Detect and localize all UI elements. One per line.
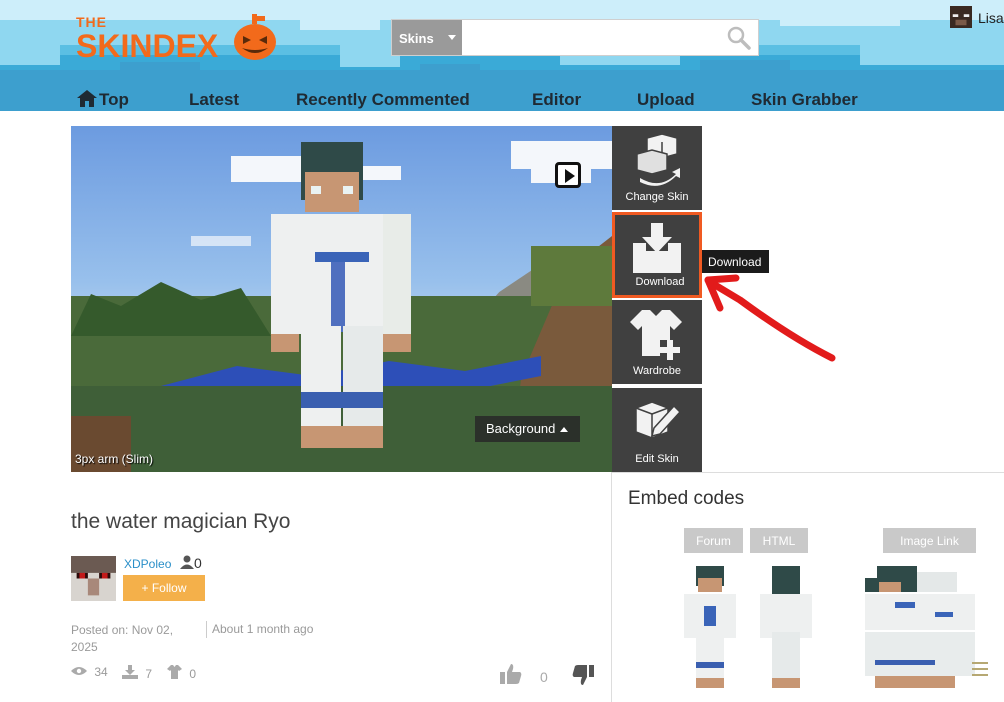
user-menu[interactable]: Lisa xyxy=(950,6,1004,28)
divider xyxy=(206,621,207,638)
skin-title: the water magician Ryo xyxy=(71,510,291,533)
pumpkin-icon xyxy=(234,14,276,60)
posted-relative: About 1 month ago xyxy=(212,622,314,636)
user-name: Lisa xyxy=(978,10,1004,26)
edit-skin-icon xyxy=(635,401,682,439)
eye-icon xyxy=(71,667,87,675)
embed-forum-button[interactable]: Forum xyxy=(684,528,743,553)
skin-viewer[interactable]: Background 3px arm (Slim) xyxy=(71,126,612,472)
author-avatar[interactable] xyxy=(71,556,116,601)
nav-item-top[interactable]: Top xyxy=(77,90,129,110)
search-input[interactable] xyxy=(462,20,722,55)
skin-tools: Change Skin Download Wardrobe Edit Skin xyxy=(612,126,702,472)
annotation-arrow-icon xyxy=(704,274,836,362)
nav-item-latest[interactable]: Latest xyxy=(189,90,239,110)
likes-count: 0 xyxy=(540,669,548,685)
skin-preview-front[interactable] xyxy=(684,566,736,688)
embed-codes-panel: Embed codes Forum HTML Image Link xyxy=(611,472,1004,702)
nav-item-recently-commented[interactable]: Recently Commented xyxy=(296,90,470,110)
wardrobe-button[interactable]: Wardrobe xyxy=(612,300,702,384)
nav-item-editor[interactable]: Editor xyxy=(532,90,581,110)
background-button-label: Background xyxy=(486,421,556,436)
logo-main-text: SKINDEX xyxy=(76,28,219,64)
downloads-stat: 7 xyxy=(122,665,152,681)
user-icon xyxy=(180,555,194,569)
shirt-icon xyxy=(167,665,182,679)
edit-skin-button[interactable]: Edit Skin xyxy=(612,388,702,472)
skin-texture-preview[interactable] xyxy=(865,566,975,688)
download-icon xyxy=(633,223,681,273)
site-logo[interactable]: THE SKINDEX xyxy=(76,14,286,64)
search-category-label: Skins xyxy=(399,31,434,46)
search-bar: Skins xyxy=(391,19,759,56)
posted-date: Posted on: Nov 02, 2025 xyxy=(71,623,174,654)
follow-button[interactable]: + Follow xyxy=(123,575,205,601)
search-category-select[interactable]: Skins xyxy=(392,20,462,55)
download-icon xyxy=(122,665,138,679)
change-skin-button[interactable]: Change Skin xyxy=(612,126,702,210)
embed-title: Embed codes xyxy=(628,488,745,509)
home-icon xyxy=(77,90,97,107)
main-nav: Top Latest Recently Commented Editor Upl… xyxy=(0,87,1004,111)
wardrobe-value: 0 xyxy=(189,667,197,681)
skin-preview-back[interactable] xyxy=(760,566,812,688)
followers-count: 0 xyxy=(180,555,202,571)
embed-html-button[interactable]: HTML xyxy=(750,528,808,553)
page: THE SKINDEX Skins Lisa Top Latest Recent… xyxy=(0,0,1004,702)
chevron-up-icon xyxy=(560,427,568,432)
nav-item-skin-grabber[interactable]: Skin Grabber xyxy=(751,90,858,110)
views-value: 34 xyxy=(94,665,108,679)
nav-item-upload[interactable]: Upload xyxy=(637,90,695,110)
download-label: Download xyxy=(635,276,685,288)
skin-character xyxy=(271,142,411,452)
author-name-link[interactable]: XDPoleo xyxy=(124,557,171,571)
avatar xyxy=(950,6,972,28)
downloads-value: 7 xyxy=(145,667,153,681)
chevron-down-icon xyxy=(448,35,456,40)
site-header: THE SKINDEX Skins Lisa Top Latest Recent… xyxy=(0,0,1004,111)
wardrobe-stat: 0 xyxy=(167,665,196,681)
thumbs-down-icon[interactable] xyxy=(572,664,594,686)
menu-icon[interactable] xyxy=(972,662,988,676)
embed-image-link-button[interactable]: Image Link xyxy=(883,528,976,553)
download-button[interactable]: Download xyxy=(612,212,702,298)
thumbs-up-icon[interactable] xyxy=(500,663,522,685)
edit-skin-label: Edit Skin xyxy=(635,453,679,465)
change-skin-icon xyxy=(636,134,680,186)
change-skin-label: Change Skin xyxy=(625,191,689,203)
background-button[interactable]: Background xyxy=(475,416,580,442)
followers-value: 0 xyxy=(194,555,202,571)
wardrobe-label: Wardrobe xyxy=(633,365,681,377)
play-animation-button[interactable] xyxy=(555,162,581,188)
views-stat: 34 xyxy=(71,665,108,679)
arm-type-label: 3px arm (Slim) xyxy=(75,452,154,466)
shirt-plus-icon xyxy=(630,310,682,360)
nav-label: Top xyxy=(99,90,129,109)
search-icon[interactable] xyxy=(726,25,752,51)
